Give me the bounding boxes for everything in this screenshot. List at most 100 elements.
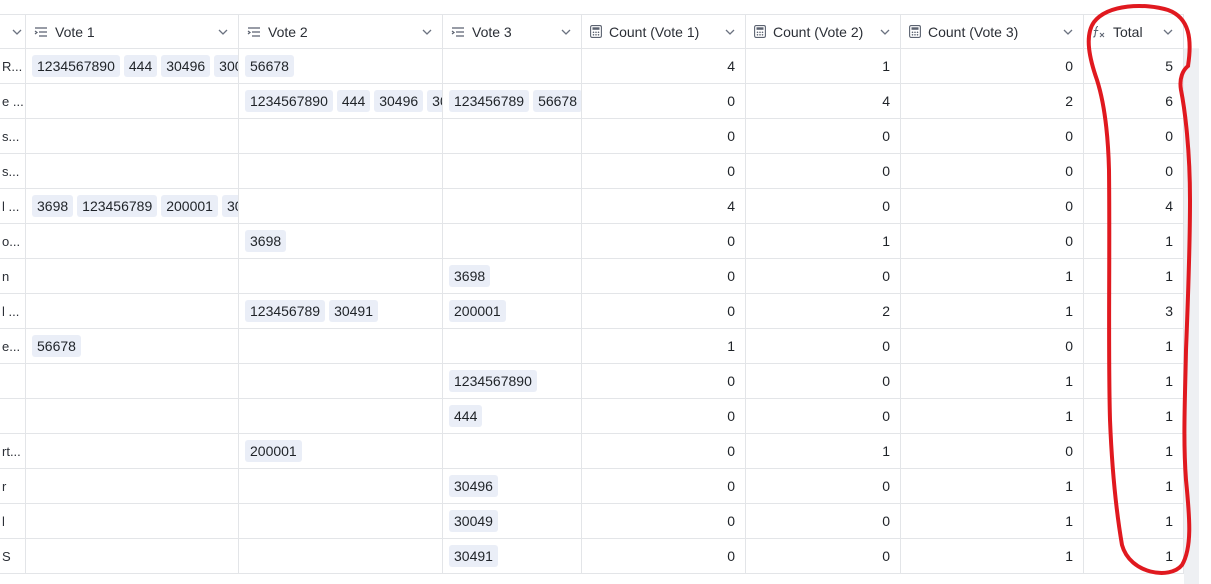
count-vote-2-cell[interactable]: 0	[746, 154, 901, 188]
count-vote-2-cell[interactable]: 0	[746, 504, 901, 538]
count-vote-3-cell[interactable]: 1	[901, 294, 1084, 328]
vote-2-cell[interactable]: 56678	[239, 49, 443, 83]
header-vote-2[interactable]: Vote 2	[239, 15, 443, 48]
chevron-down-icon[interactable]	[12, 29, 22, 35]
vote-3-cell[interactable]	[443, 434, 582, 468]
vote-1-cell[interactable]: 56678	[26, 329, 239, 363]
vote-3-cell[interactable]: 30491	[443, 539, 582, 573]
chevron-down-icon[interactable]	[1163, 29, 1173, 35]
total-cell[interactable]: 0	[1084, 154, 1184, 188]
vote-2-cell[interactable]	[239, 399, 443, 433]
count-vote-3-cell[interactable]: 0	[901, 434, 1084, 468]
count-vote-2-cell[interactable]: 1	[746, 224, 901, 258]
name-cell[interactable]: rt...	[0, 434, 26, 468]
vote-1-cell[interactable]	[26, 364, 239, 398]
chevron-down-icon[interactable]	[422, 29, 432, 35]
name-cell[interactable]: s...	[0, 154, 26, 188]
vote-1-cell[interactable]: 369812345678920000130	[26, 189, 239, 223]
count-vote-2-cell[interactable]: 0	[746, 119, 901, 153]
count-vote-3-cell[interactable]: 1	[901, 259, 1084, 293]
count-vote-3-cell[interactable]: 1	[901, 469, 1084, 503]
header-count-vote-3[interactable]: Count (Vote 3)	[901, 15, 1084, 48]
chevron-down-icon[interactable]	[880, 29, 890, 35]
vote-3-cell[interactable]	[443, 224, 582, 258]
name-cell[interactable]: r	[0, 469, 26, 503]
vertical-scrollbar[interactable]	[1184, 48, 1199, 584]
count-vote-1-cell[interactable]: 0	[582, 399, 746, 433]
count-vote-1-cell[interactable]: 0	[582, 259, 746, 293]
count-vote-1-cell[interactable]: 4	[582, 49, 746, 83]
vote-2-cell[interactable]	[239, 329, 443, 363]
total-cell[interactable]: 1	[1084, 224, 1184, 258]
count-vote-3-cell[interactable]: 1	[901, 399, 1084, 433]
total-cell[interactable]: 5	[1084, 49, 1184, 83]
count-vote-2-cell[interactable]: 0	[746, 259, 901, 293]
vote-3-cell[interactable]: 444	[443, 399, 582, 433]
name-cell[interactable]	[0, 399, 26, 433]
vote-3-cell[interactable]: 30496	[443, 469, 582, 503]
vote-3-cell[interactable]	[443, 49, 582, 83]
count-vote-1-cell[interactable]: 0	[582, 539, 746, 573]
count-vote-1-cell[interactable]: 0	[582, 504, 746, 538]
name-cell[interactable]: e ...	[0, 84, 26, 118]
vote-1-cell[interactable]	[26, 539, 239, 573]
total-cell[interactable]: 1	[1084, 364, 1184, 398]
total-cell[interactable]: 6	[1084, 84, 1184, 118]
vote-2-cell[interactable]	[239, 504, 443, 538]
total-cell[interactable]: 1	[1084, 259, 1184, 293]
count-vote-3-cell[interactable]: 0	[901, 189, 1084, 223]
header-vote-3[interactable]: Vote 3	[443, 15, 582, 48]
vote-1-cell[interactable]	[26, 224, 239, 258]
total-cell[interactable]: 1	[1084, 504, 1184, 538]
name-cell[interactable]: l ...	[0, 189, 26, 223]
name-cell[interactable]: s...	[0, 119, 26, 153]
vote-2-cell[interactable]	[239, 469, 443, 503]
vote-3-cell[interactable]	[443, 154, 582, 188]
count-vote-2-cell[interactable]: 0	[746, 399, 901, 433]
count-vote-2-cell[interactable]: 0	[746, 539, 901, 573]
vote-1-cell[interactable]	[26, 399, 239, 433]
vote-1-cell[interactable]	[26, 294, 239, 328]
name-cell[interactable]: S	[0, 539, 26, 573]
count-vote-2-cell[interactable]: 1	[746, 49, 901, 83]
vote-2-cell[interactable]: 123456789 30491	[239, 294, 443, 328]
count-vote-3-cell[interactable]: 0	[901, 49, 1084, 83]
total-cell[interactable]: 1	[1084, 329, 1184, 363]
vote-3-cell[interactable]	[443, 189, 582, 223]
vote-3-cell[interactable]: 30049	[443, 504, 582, 538]
name-cell[interactable]: l	[0, 504, 26, 538]
vote-1-cell[interactable]	[26, 469, 239, 503]
count-vote-1-cell[interactable]: 0	[582, 224, 746, 258]
count-vote-3-cell[interactable]: 0	[901, 224, 1084, 258]
count-vote-2-cell[interactable]: 0	[746, 329, 901, 363]
total-cell[interactable]: 1	[1084, 539, 1184, 573]
vote-2-cell[interactable]	[239, 259, 443, 293]
vote-3-cell[interactable]	[443, 119, 582, 153]
chevron-down-icon[interactable]	[561, 29, 571, 35]
vote-1-cell[interactable]	[26, 84, 239, 118]
total-cell[interactable]: 3	[1084, 294, 1184, 328]
header-total[interactable]: Total	[1084, 15, 1184, 48]
count-vote-2-cell[interactable]: 0	[746, 364, 901, 398]
total-cell[interactable]: 1	[1084, 434, 1184, 468]
vote-3-cell[interactable]: 123456789 56678	[443, 84, 582, 118]
count-vote-2-cell[interactable]: 2	[746, 294, 901, 328]
chevron-down-icon[interactable]	[725, 29, 735, 35]
vote-1-cell[interactable]: 1234567890444304963004	[26, 49, 239, 83]
count-vote-1-cell[interactable]: 0	[582, 84, 746, 118]
name-cell[interactable]: l ...	[0, 294, 26, 328]
vote-2-cell[interactable]: 200001	[239, 434, 443, 468]
count-vote-3-cell[interactable]: 2	[901, 84, 1084, 118]
vote-2-cell[interactable]: 3698	[239, 224, 443, 258]
name-cell[interactable]: o...	[0, 224, 26, 258]
chevron-down-icon[interactable]	[218, 29, 228, 35]
header-vote-1[interactable]: Vote 1	[26, 15, 239, 48]
count-vote-1-cell[interactable]: 0	[582, 119, 746, 153]
vote-1-cell[interactable]	[26, 504, 239, 538]
total-cell[interactable]: 4	[1084, 189, 1184, 223]
count-vote-1-cell[interactable]: 4	[582, 189, 746, 223]
count-vote-3-cell[interactable]: 0	[901, 154, 1084, 188]
count-vote-3-cell[interactable]: 0	[901, 329, 1084, 363]
count-vote-2-cell[interactable]: 0	[746, 469, 901, 503]
vote-1-cell[interactable]	[26, 434, 239, 468]
